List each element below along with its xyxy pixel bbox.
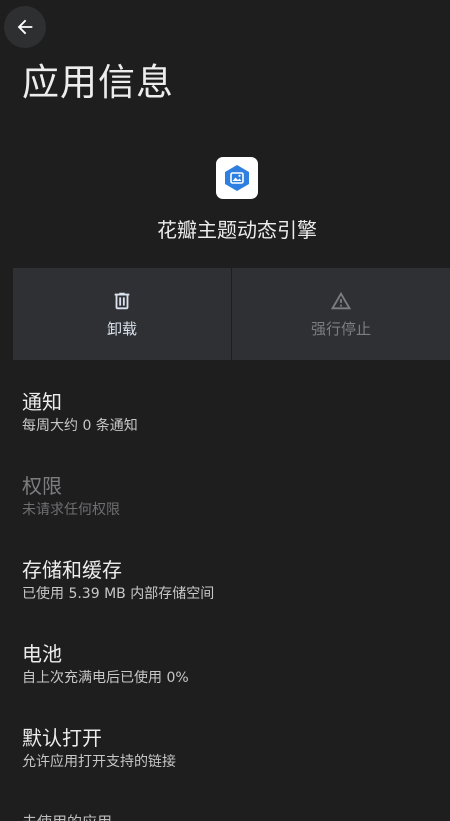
page-title: 应用信息 (22, 61, 174, 104)
setting-open-by-default[interactable]: 默认打开 允许应用打开支持的链接 (22, 724, 442, 808)
setting-unused-apps[interactable]: 未使用的应用 (22, 811, 112, 821)
setting-battery[interactable]: 电池 自上次充满电后已使用 0% (22, 640, 442, 724)
uninstall-button[interactable]: 卸载 (13, 268, 231, 360)
setting-summary: 未请求任何权限 (22, 502, 120, 518)
setting-notifications[interactable]: 通知 每周大约 0 条通知 (22, 388, 442, 472)
back-button[interactable] (4, 6, 46, 48)
app-action-buttons: 卸载 强行停止 (13, 268, 450, 360)
setting-title: 电池 (22, 642, 62, 666)
setting-summary: 已使用 5.39 MB 内部存储空间 (22, 586, 215, 602)
setting-permissions[interactable]: 权限 未请求任何权限 (22, 472, 442, 556)
settings-list: 通知 每周大约 0 条通知 权限 未请求任何权限 存储和缓存 已使用 5.39 … (22, 388, 442, 808)
app-logo-icon (225, 165, 249, 191)
force-stop-button[interactable]: 强行停止 (231, 268, 450, 360)
setting-summary: 每周大约 0 条通知 (22, 418, 138, 434)
setting-title: 权限 (22, 474, 62, 498)
setting-title: 存储和缓存 (22, 558, 122, 582)
setting-title: 通知 (22, 390, 62, 414)
force-stop-label: 强行停止 (310, 320, 371, 338)
app-info-screen: 应用信息 花瓣主题动态引擎 卸载 强行停止 通知 每周大约 0 条通知 权限 未… (0, 0, 450, 821)
setting-summary: 允许应用打开支持的链接 (22, 754, 176, 770)
app-name: 花瓣主题动态引擎 (157, 218, 317, 242)
app-icon (216, 157, 258, 199)
uninstall-label: 卸载 (106, 320, 137, 338)
setting-storage-cache[interactable]: 存储和缓存 已使用 5.39 MB 内部存储空间 (22, 556, 442, 640)
setting-title: 默认打开 (22, 726, 102, 750)
arrow-back-icon (17, 19, 33, 35)
warning-icon (330, 291, 352, 310)
trash-icon (114, 292, 130, 310)
setting-summary: 自上次充满电后已使用 0% (22, 670, 189, 686)
